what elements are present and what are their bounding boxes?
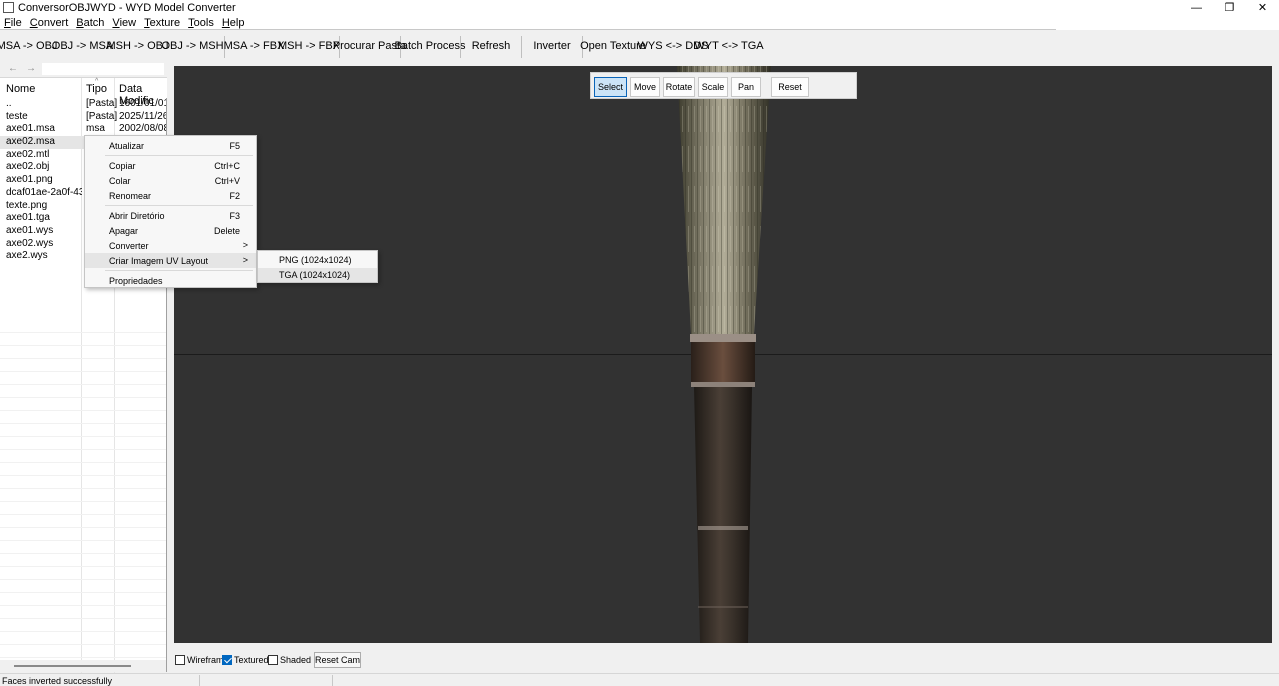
- restore-icon: ❐: [1224, 2, 1235, 14]
- menu-separator: [105, 155, 253, 156]
- status-message: Faces inverted successfully: [2, 676, 113, 686]
- app-icon: [3, 2, 14, 13]
- context-open-directory[interactable]: Abrir Diretório F3: [85, 208, 256, 223]
- uv-layout-submenu: PNG (1024x1024) TGA (1024x1024): [257, 250, 378, 283]
- reset-view-button[interactable]: Reset: [771, 77, 809, 97]
- column-name[interactable]: Nome: [6, 83, 35, 95]
- toolbar: MSA -> OBJ OBJ -> MSA MSH -> OBJ OBJ -> …: [0, 31, 1279, 60]
- file-list-header: Nome Tipo Data Modific: [0, 78, 167, 107]
- menu-separator: [105, 205, 253, 206]
- wireframe-checkbox-box[interactable]: [175, 655, 185, 665]
- context-paste[interactable]: Colar Ctrl+V: [85, 173, 256, 188]
- grip-ring: [698, 526, 748, 530]
- menu-divider: [0, 29, 1056, 30]
- explorer-nav: ← →: [0, 60, 167, 78]
- shaft-streaks: [677, 66, 771, 334]
- viewport-toolbar: Select Move Rotate Scale Pan Reset: [590, 72, 857, 99]
- 3d-viewport[interactable]: [174, 66, 1272, 643]
- toolbar-separator: [521, 36, 522, 58]
- context-properties[interactable]: Propriedades: [85, 273, 256, 288]
- submenu-arrow-icon: >: [242, 240, 248, 250]
- submenu-tga[interactable]: TGA (1024x1024): [258, 268, 377, 282]
- menu-tools[interactable]: Tools: [184, 17, 218, 29]
- shaft-ring: [691, 382, 755, 387]
- reset-cam-button[interactable]: Reset Cam: [314, 652, 361, 668]
- minimize-button[interactable]: —: [1180, 0, 1213, 15]
- grip-ring: [698, 606, 748, 608]
- grip: [694, 387, 752, 643]
- refresh-button[interactable]: Refresh: [462, 31, 520, 60]
- back-arrow-icon[interactable]: ←: [8, 63, 18, 74]
- window-title: ConversorOBJWYD - WYD Model Converter: [18, 1, 236, 14]
- restore-button[interactable]: ❐: [1213, 0, 1246, 15]
- context-menu: Atualizar F5 Copiar Ctrl+C Colar Ctrl+V Ren…: [84, 135, 257, 288]
- close-icon: ✕: [1257, 2, 1268, 14]
- context-delete[interactable]: Apagar Delete: [85, 223, 256, 238]
- empty-list-area: [0, 320, 166, 686]
- status-bar: Faces inverted successfully: [0, 673, 1279, 686]
- menu-texture[interactable]: Texture: [140, 17, 184, 29]
- forward-arrow-icon[interactable]: →: [26, 63, 36, 74]
- scale-tool-button[interactable]: Scale: [698, 77, 728, 97]
- wyt-tga-button[interactable]: WYT <-> TGA: [694, 31, 763, 60]
- render-options-bar: Wirefram Textured Shaded Reset Cam: [168, 652, 1279, 670]
- menu-view[interactable]: View: [108, 17, 140, 29]
- msa-to-fbx-button[interactable]: MSA -> FBX: [224, 31, 285, 60]
- browse-folder-button[interactable]: Procurar Pasta: [333, 31, 406, 60]
- status-divider: [199, 675, 200, 686]
- close-button[interactable]: ✕: [1246, 0, 1279, 15]
- msa-to-obj-button[interactable]: MSA -> OBJ: [0, 31, 57, 60]
- wys-dds-button[interactable]: WYS <-> DDS: [638, 31, 709, 60]
- toolbar-separator: [460, 36, 461, 58]
- shaft-band: [691, 342, 755, 384]
- open-texture-button[interactable]: Open Texture: [580, 31, 646, 60]
- context-create-uv-layout[interactable]: Criar Imagem UV Layout >: [85, 253, 256, 268]
- batch-process-button[interactable]: Batch Process: [395, 31, 466, 60]
- context-convert[interactable]: Converter >: [85, 238, 256, 253]
- title-bar: ConversorOBJWYD - WYD Model Converter — …: [0, 0, 1279, 15]
- wireframe-checkbox[interactable]: Wirefram: [175, 653, 224, 667]
- select-tool-button[interactable]: Select: [594, 77, 627, 97]
- submenu-png[interactable]: PNG (1024x1024): [258, 253, 377, 267]
- menu-file[interactable]: File: [0, 17, 26, 29]
- textured-checkbox-box[interactable]: [222, 655, 232, 665]
- rotate-tool-button[interactable]: Rotate: [663, 77, 695, 97]
- minimize-icon: —: [1191, 1, 1202, 14]
- model-render: [677, 66, 771, 643]
- sort-caret-icon: ^: [95, 78, 99, 85]
- context-copy[interactable]: Copiar Ctrl+C: [85, 158, 256, 173]
- msh-to-fbx-button[interactable]: MSH -> FBX: [278, 31, 340, 60]
- obj-to-msh-button[interactable]: OBJ -> MSH: [161, 31, 223, 60]
- menu-separator: [105, 270, 253, 271]
- shaft-ring: [690, 334, 756, 342]
- list-item[interactable]: teste[Pasta]2025/11/26 0:: [0, 111, 167, 124]
- window-controls: — ❐ ✕: [1180, 0, 1279, 15]
- menu-batch[interactable]: Batch: [72, 17, 108, 29]
- context-rename[interactable]: Renomear F2: [85, 188, 256, 203]
- menu-bar: File Convert Batch View Texture Tools He…: [0, 15, 1279, 30]
- pan-tool-button[interactable]: Pan: [731, 77, 761, 97]
- scrollbar-thumb[interactable]: [14, 665, 131, 667]
- invert-button[interactable]: Inverter: [523, 31, 581, 60]
- msh-to-obj-button[interactable]: MSH -> OBJ: [106, 31, 168, 60]
- status-divider: [332, 675, 333, 686]
- path-input[interactable]: [42, 63, 164, 75]
- submenu-arrow-icon: >: [242, 255, 248, 265]
- list-item[interactable]: ..[Pasta]1601/01/01 0(: [0, 98, 167, 111]
- context-refresh[interactable]: Atualizar F5: [85, 138, 256, 153]
- horizontal-scrollbar[interactable]: [0, 660, 166, 672]
- menu-help[interactable]: Help: [218, 17, 249, 29]
- obj-to-msa-button[interactable]: OBJ -> MSA: [52, 31, 113, 60]
- move-tool-button[interactable]: Move: [630, 77, 660, 97]
- shaded-checkbox-box[interactable]: [268, 655, 278, 665]
- shaded-checkbox[interactable]: Shaded: [268, 653, 311, 667]
- textured-checkbox[interactable]: Textured: [222, 653, 269, 667]
- menu-convert[interactable]: Convert: [26, 17, 73, 29]
